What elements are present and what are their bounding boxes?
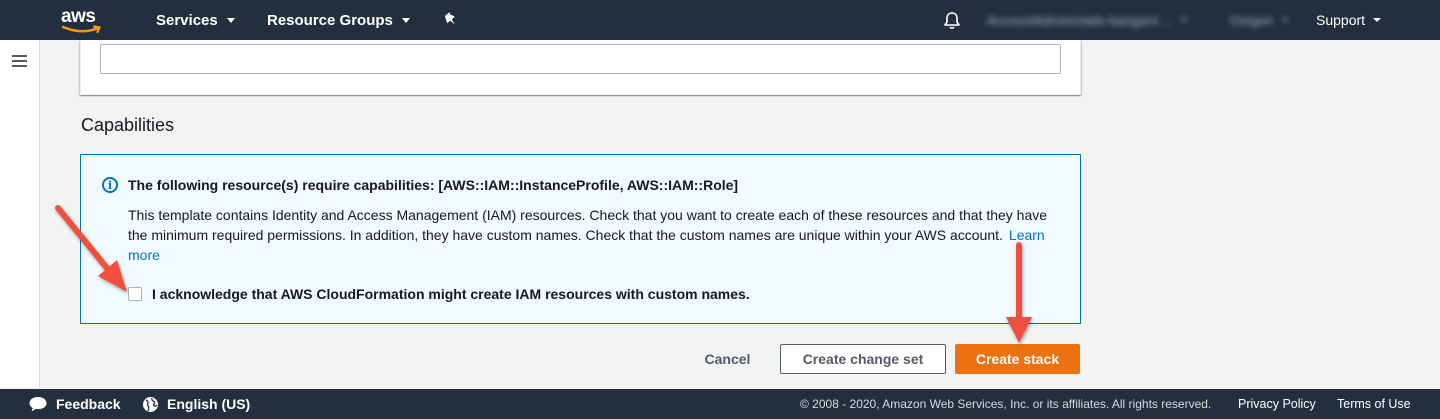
footer-bar: Feedback English (US) © 2008 - 2020, Ama… xyxy=(0,389,1440,419)
services-label: Services xyxy=(156,11,218,29)
create-change-set-button[interactable]: Create change set xyxy=(780,344,946,374)
acknowledge-checkbox[interactable] xyxy=(128,287,142,301)
globe-icon xyxy=(143,396,158,412)
resource-groups-label: Resource Groups xyxy=(267,11,393,29)
resource-groups-menu[interactable]: Resource Groups xyxy=(267,0,410,40)
support-menu[interactable]: Support xyxy=(1316,0,1382,40)
privacy-policy-link[interactable]: Privacy Policy xyxy=(1238,389,1316,419)
cancel-button[interactable]: Cancel xyxy=(690,344,765,374)
top-nav-bar: aws Services Resource Groups AccountAdmi… xyxy=(0,0,1440,40)
region-menu[interactable]: Oregon xyxy=(1230,12,1290,28)
feedback-button[interactable]: Feedback xyxy=(28,389,121,419)
services-menu[interactable]: Services xyxy=(156,0,235,40)
feedback-label: Feedback xyxy=(56,396,121,412)
chevron-down-icon xyxy=(1373,18,1382,22)
capabilities-heading: Capabilities xyxy=(81,115,175,135)
bell-icon[interactable] xyxy=(943,11,961,30)
alert-body-text: This template contains Identity and Acce… xyxy=(128,207,1048,243)
account-menu[interactable]: AccountAdmin/clado-bangard ... xyxy=(987,12,1188,28)
parameters-panel xyxy=(80,40,1081,95)
language-selector[interactable]: English (US) xyxy=(142,389,250,419)
alert-title: The following resource(s) require capabi… xyxy=(128,177,739,193)
hamburger-icon[interactable] xyxy=(12,55,27,67)
copyright-text: © 2008 - 2020, Amazon Web Services, Inc.… xyxy=(800,397,1212,411)
aws-smile-icon xyxy=(62,25,102,34)
account-label: AccountAdmin/clado-bangard ... xyxy=(987,12,1172,28)
chevron-down-icon xyxy=(1281,18,1290,22)
acknowledge-label[interactable]: I acknowledge that AWS CloudFormation mi… xyxy=(152,286,750,302)
aws-logo-icon[interactable]: aws xyxy=(60,6,104,34)
region-label: Oregon xyxy=(1230,12,1274,28)
acknowledge-row[interactable]: I acknowledge that AWS CloudFormation mi… xyxy=(128,286,750,302)
support-label: Support xyxy=(1316,12,1366,28)
parameter-input[interactable] xyxy=(100,44,1061,74)
terms-of-use-link[interactable]: Terms of Use xyxy=(1337,389,1411,419)
capabilities-info-alert: i The following resource(s) require capa… xyxy=(80,154,1081,324)
pin-icon[interactable] xyxy=(444,12,458,28)
side-navigation-strip xyxy=(0,40,40,388)
info-icon: i xyxy=(102,177,118,193)
chevron-down-icon xyxy=(1180,18,1188,22)
language-label: English (US) xyxy=(167,396,251,412)
feedback-icon xyxy=(29,397,47,412)
chevron-down-icon xyxy=(401,17,410,23)
alert-body: This template contains Identity and Acce… xyxy=(128,205,1068,265)
create-stack-button[interactable]: Create stack xyxy=(955,344,1080,374)
chevron-down-icon xyxy=(226,17,235,23)
